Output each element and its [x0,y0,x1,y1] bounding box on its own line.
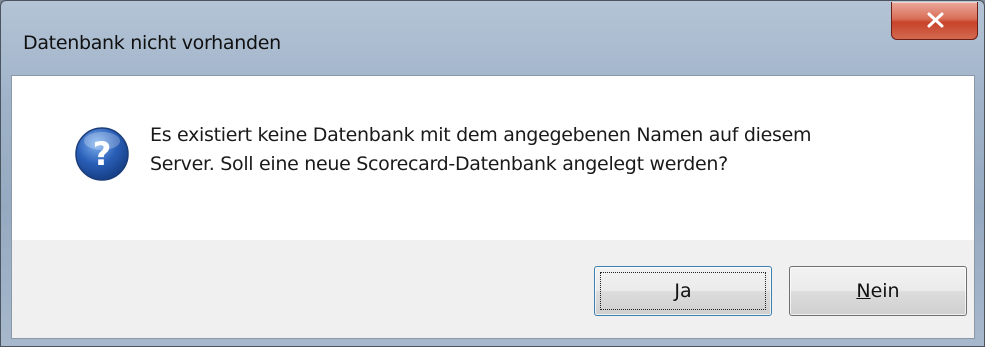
message-line-1: Es existiert keine Datenbank mit dem ang… [150,124,812,146]
question-icon: ? [75,127,129,181]
dialog-body: ? Es existiert keine Datenbank mit dem a… [11,75,975,339]
dialog-window: Datenbank nicht vorhanden ? Es existiert… [0,0,985,347]
no-label-rest: ein [870,280,900,302]
window-title: Datenbank nicht vorhanden [23,32,281,54]
yes-button[interactable]: Ja [594,266,772,316]
svg-text:?: ? [93,135,112,173]
no-button[interactable]: Nein [789,266,967,316]
close-button[interactable] [891,2,978,40]
message-line-2: Server. Soll eine neue Scorecard-Datenba… [150,153,728,175]
title-bar[interactable]: Datenbank nicht vorhanden [1,1,984,75]
dialog-message: Es existiert keine Datenbank mit dem ang… [150,121,950,179]
close-x-icon [927,12,944,28]
no-mnemonic: N [856,280,871,302]
focus-rectangle [600,272,766,310]
message-area: ? Es existiert keine Datenbank mit dem a… [12,76,974,240]
